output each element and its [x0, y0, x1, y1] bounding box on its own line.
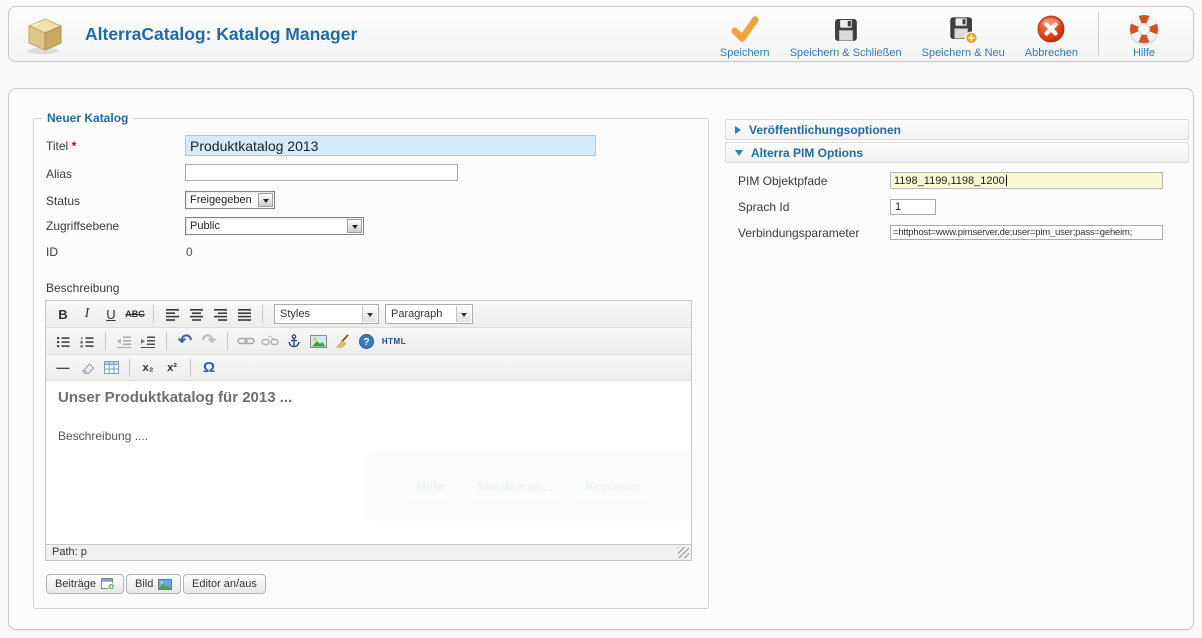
align-left-icon[interactable] — [161, 303, 183, 325]
ghost-overlay: Hilfe Senden an... Kopieren — [364, 451, 691, 521]
save-close-button[interactable]: Speichern & Schließen — [780, 9, 912, 59]
editor-toolbar-row3: — x₂ x² Ω — [46, 355, 691, 381]
underline-icon[interactable]: U — [100, 303, 122, 325]
unlink-icon[interactable] — [259, 330, 281, 352]
svg-text:?: ? — [363, 337, 369, 348]
insert-image-icon[interactable] — [307, 330, 329, 352]
pim-objektpfade-label: PIM Objektpfade — [738, 174, 827, 188]
alias-input[interactable] — [185, 164, 458, 181]
ghost-help-button: Hilfe — [406, 471, 454, 502]
neuer-katalog-fieldset: Neuer Katalog Titel * Alias Status Freig… — [33, 118, 709, 609]
save-new-button[interactable]: Speichern & Neu — [912, 9, 1015, 59]
sprach-id-input[interactable] — [890, 199, 936, 215]
bullet-list-icon[interactable] — [52, 330, 74, 352]
italic-icon[interactable]: I — [76, 303, 98, 325]
sprach-id-label: Sprach Id — [738, 200, 789, 214]
undo-icon[interactable]: ↶ — [174, 330, 196, 352]
main-panel: Neuer Katalog Titel * Alias Status Freig… — [8, 88, 1194, 630]
required-asterisk: * — [72, 139, 77, 153]
content-body-text: Beschreibung .... — [58, 429, 148, 443]
align-center-icon[interactable] — [185, 303, 207, 325]
slider-veroeffentlichungsoptionen[interactable]: Veröffentlichungsoptionen — [725, 119, 1189, 140]
bold-icon[interactable]: B — [52, 303, 74, 325]
slider-alterra-pim-options[interactable]: Alterra PIM Options — [725, 142, 1189, 163]
catalog-box-icon — [23, 12, 67, 56]
zugriffsebene-select[interactable]: Public — [185, 217, 364, 235]
insert-link-icon[interactable] — [235, 330, 257, 352]
text-caret — [1006, 175, 1007, 186]
ghost-send-button: Senden an... — [467, 471, 564, 502]
bild-button[interactable]: Bild — [126, 574, 181, 594]
align-right-icon[interactable] — [209, 303, 231, 325]
editor-content-area[interactable]: Unser Produktkatalog für 2013 ... Beschr… — [46, 381, 691, 544]
styles-select[interactable]: Styles — [274, 304, 379, 324]
save-button[interactable]: Speichern — [710, 9, 780, 59]
titel-label: Titel * — [46, 139, 76, 153]
html-source-icon[interactable]: HTML — [379, 330, 409, 352]
content-heading: Unser Produktkatalog für 2013 ... — [58, 389, 292, 406]
indent-icon[interactable] — [137, 330, 159, 352]
editor-toolbar-row2: ↶ ↷ ? — [46, 328, 691, 355]
path-status: Path: p — [52, 546, 87, 558]
beitraege-button[interactable]: Beiträge — [46, 574, 124, 594]
cancel-button[interactable]: Abbrechen — [1015, 9, 1088, 59]
status-select[interactable]: Freigegeben — [185, 191, 275, 209]
subscript-icon[interactable]: x₂ — [137, 357, 159, 379]
verbindungsparameter-label: Verbindungsparameter — [738, 226, 859, 240]
id-label: ID — [46, 245, 58, 259]
help-button[interactable]: Hilfe — [1109, 9, 1179, 59]
editor-help-icon[interactable]: ? — [355, 330, 377, 352]
editor-toggle-button[interactable]: Editor an/aus — [183, 574, 266, 594]
resize-grip[interactable] — [678, 547, 689, 558]
outdent-icon[interactable] — [113, 330, 135, 352]
numbered-list-icon[interactable] — [76, 330, 98, 352]
superscript-icon[interactable]: x² — [161, 357, 183, 379]
zugriffsebene-label: Zugriffsebene — [46, 219, 119, 233]
paragraph-format-select[interactable]: Paragraph — [385, 304, 473, 324]
align-justify-icon[interactable] — [233, 303, 255, 325]
check-icon — [730, 13, 760, 45]
header-bar: AlterraCatalog: Katalog Manager Speicher… — [8, 6, 1194, 62]
id-value: 0 — [186, 245, 193, 259]
lifebuoy-icon — [1130, 13, 1158, 45]
verbindungsparameter-input[interactable] — [890, 225, 1163, 240]
select-arrow-icon — [456, 306, 471, 322]
redo-icon[interactable]: ↷ — [198, 330, 220, 352]
ghost-copy-button: Kopieren — [575, 471, 651, 502]
toolbar-divider — [1098, 12, 1099, 56]
select-arrow-icon — [362, 306, 377, 322]
wysiwyg-editor: B I U ABC Styles — [45, 300, 692, 561]
article-add-icon — [101, 578, 115, 590]
beschreibung-label: Beschreibung — [46, 281, 119, 295]
select-arrow-icon — [347, 219, 362, 233]
anchor-icon[interactable] — [283, 330, 305, 352]
page-title: AlterraCatalog: Katalog Manager — [85, 24, 357, 45]
alias-label: Alias — [46, 167, 72, 181]
floppy-icon — [832, 13, 859, 45]
top-toolbar: Speichern Speichern & Schließen — [710, 9, 1193, 59]
editor-toolbar-row1: B I U ABC Styles — [46, 301, 691, 328]
cancel-x-icon — [1036, 13, 1066, 45]
eraser-icon[interactable] — [76, 357, 98, 379]
titel-input[interactable] — [185, 135, 596, 156]
chevron-down-icon — [735, 150, 743, 156]
cleanup-icon[interactable] — [331, 330, 353, 352]
editor-status-bar: Path: p — [46, 544, 691, 560]
status-label: Status — [46, 194, 80, 208]
fieldset-legend: Neuer Katalog — [42, 111, 133, 125]
horizontal-rule-icon[interactable]: — — [52, 357, 74, 379]
insert-table-icon[interactable] — [100, 357, 122, 379]
pim-objektpfade-input[interactable]: 1198_1199,1198_1200 — [890, 172, 1163, 189]
image-button-icon — [158, 579, 172, 590]
special-char-icon[interactable]: Ω — [198, 357, 220, 379]
floppy-plus-icon — [948, 13, 978, 45]
select-arrow-icon — [258, 193, 273, 207]
chevron-right-icon — [735, 126, 741, 134]
strikethrough-icon[interactable]: ABC — [124, 303, 146, 325]
